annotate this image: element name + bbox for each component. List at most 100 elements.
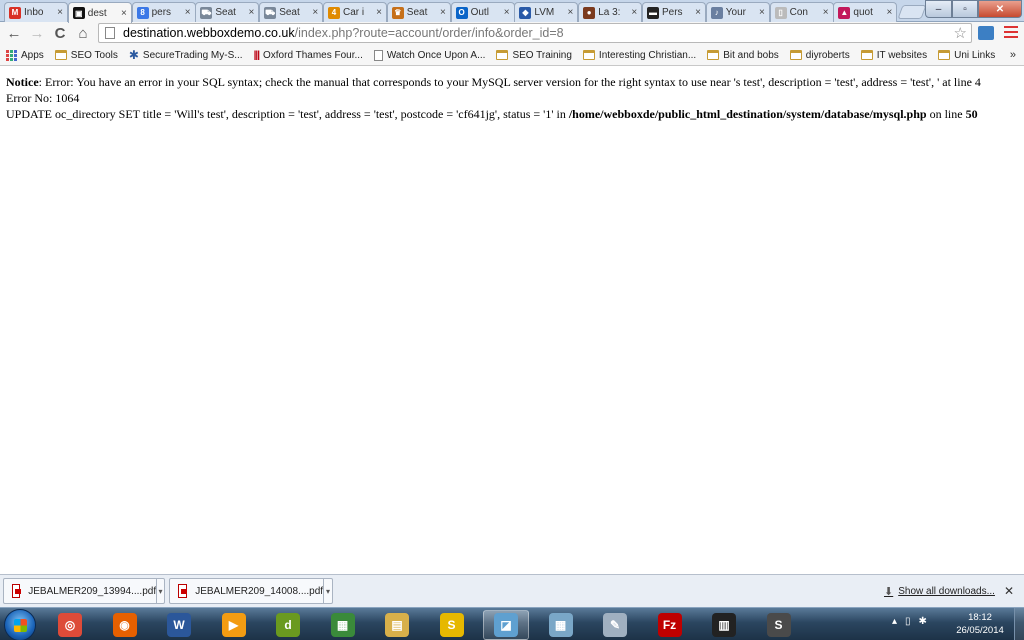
reload-button[interactable]: C [51, 24, 69, 42]
tab[interactable]: ◆ LVM × [514, 2, 579, 22]
download-menu-button[interactable]: ▾ [156, 578, 164, 604]
close-window-button[interactable]: ✕ [978, 0, 1022, 18]
tab-close-icon[interactable]: × [376, 7, 382, 18]
taskbar-app-chrome[interactable]: ◎ [47, 610, 93, 640]
tab-close-icon[interactable]: × [312, 7, 318, 18]
download-item[interactable]: JEBALMER209_14008....pdf ▾ [169, 578, 333, 604]
tab[interactable]: ● La 3: × [578, 2, 643, 22]
minimize-button[interactable]: – [925, 0, 952, 18]
tab-close-icon[interactable]: × [440, 7, 446, 18]
page-icon [373, 49, 383, 61]
new-tab-button[interactable] [897, 5, 927, 19]
tab-close-icon[interactable]: × [759, 7, 765, 18]
system-tray: ▴ ▯ ✱ [892, 616, 927, 627]
taskbar-app-explorer[interactable]: ▤ [374, 610, 420, 640]
folder-icon [496, 50, 509, 60]
tab[interactable]: ⛟ Seat × [195, 2, 260, 22]
query-text: UPDATE oc_directory SET title = 'Will's … [6, 107, 569, 121]
folder-icon [707, 50, 720, 60]
taskbar-app-paint[interactable]: ✎ [592, 610, 638, 640]
extension-icon[interactable] [978, 26, 994, 40]
tray-expand-icon[interactable]: ▴ [892, 616, 897, 627]
address-bar[interactable]: destination.webboxdemo.co.uk /index.php?… [98, 23, 972, 43]
tab[interactable]: ♪ Your × [705, 2, 770, 22]
tab-close-icon[interactable]: × [249, 7, 255, 18]
apps-icon [6, 49, 17, 61]
download-menu-button[interactable]: ▾ [323, 578, 332, 604]
start-button[interactable] [4, 609, 36, 640]
show-desktop-button[interactable] [1014, 608, 1024, 640]
close-shelf-button[interactable]: ✕ [1004, 584, 1014, 598]
sw-app-icon: S [439, 613, 464, 637]
bookmark-item[interactable]: IT websites [860, 50, 927, 61]
taskbar-app-dreamweaver[interactable]: d [265, 610, 311, 640]
home-button[interactable]: ⌂ [74, 24, 92, 42]
tab-label: Car i [343, 7, 365, 18]
tab[interactable]: O Outl × [450, 2, 515, 22]
clock[interactable]: 18:12 26/05/2014 [950, 611, 1010, 637]
paint-icon: ✎ [603, 613, 627, 637]
bookmark-item[interactable]: Uni Links [938, 50, 995, 61]
taskbar-app-filezilla[interactable]: Fz [647, 610, 693, 640]
tab[interactable]: ▲ quot × [833, 2, 898, 22]
window-controls: – ▫ ✕ [925, 0, 1022, 18]
taskbar-app-sw-app[interactable]: S [429, 610, 475, 640]
bookmark-item[interactable]: Apps [6, 49, 44, 61]
taskbar-app-word[interactable]: W [156, 610, 202, 640]
tab-label: Seat [279, 7, 300, 18]
tab-close-icon[interactable]: × [823, 7, 829, 18]
tab-close-icon[interactable]: × [568, 7, 574, 18]
download-item[interactable]: JEBALMER209_13994....pdf ▾ [3, 578, 165, 604]
bookmark-item[interactable]: SEO Training [496, 50, 572, 61]
tab[interactable]: 8 pers × [131, 2, 196, 22]
tab[interactable]: 4 Car i × [323, 2, 387, 22]
maximize-button[interactable]: ▫ [952, 0, 978, 18]
bookmark-item[interactable]: ✱ SecureTrading My-S... [129, 48, 243, 62]
tab[interactable]: ▣ dest × [67, 2, 132, 23]
tab-close-icon[interactable]: × [504, 7, 510, 18]
taskbar-app-notes[interactable]: ◪ [483, 610, 529, 640]
show-all-downloads-link[interactable]: ⬇ Show all downloads... [884, 585, 995, 598]
taskbar-app-keyboard-app[interactable]: ▥ [701, 610, 747, 640]
taskbar-app-firefox[interactable]: ◉ [102, 610, 148, 640]
tab[interactable]: ▯ Con × [769, 2, 834, 22]
notice-label: Notice [6, 75, 39, 89]
bookmark-item[interactable]: ||| Oxford Thames Four... [254, 50, 363, 61]
bookmark-item[interactable]: Watch Once Upon A... [373, 49, 485, 61]
tab[interactable]: ⛟ Seat × [259, 2, 324, 22]
network-icon[interactable]: ✱ [919, 616, 927, 627]
bookmark-item[interactable]: Bit and bobs [707, 50, 779, 61]
google-icon: 8 [136, 6, 149, 19]
device-icon[interactable]: ▯ [905, 616, 911, 627]
bars-icon: ||| [253, 49, 260, 61]
dreamweaver-icon: d [276, 613, 300, 637]
tab-close-icon[interactable]: × [121, 8, 127, 19]
forward-button[interactable]: → [28, 24, 46, 42]
tab-close-icon[interactable]: × [185, 7, 191, 18]
keyboard-app-icon: ▥ [712, 613, 736, 637]
download-shelf: JEBALMER209_13994....pdf ▾ JEBALMER209_1… [0, 574, 1024, 607]
tab-close-icon[interactable]: × [57, 7, 63, 18]
back-button[interactable]: ← [5, 24, 23, 42]
bookmark-label: SEO Tools [70, 49, 118, 61]
bookmarks-overflow-button[interactable]: » [1010, 49, 1016, 61]
tab-close-icon[interactable]: × [695, 7, 701, 18]
folder-icon [860, 50, 873, 60]
taskbar-app-sublime[interactable]: S [756, 610, 802, 640]
bookmark-item[interactable]: SEO Tools [54, 49, 118, 61]
chrome-menu-icon[interactable] [1004, 25, 1018, 39]
taskbar-app-excel-sheet[interactable]: ▦ [320, 610, 366, 640]
tab-close-icon[interactable]: × [631, 7, 637, 18]
taskbar-app-media-player[interactable]: ▶ [211, 610, 257, 640]
sublime-icon: S [766, 613, 791, 637]
tab[interactable]: M Inbo × [4, 2, 68, 22]
folder-icon [938, 50, 951, 60]
bookmark-item[interactable]: diyroberts [789, 50, 850, 61]
taskbar-app-calculator[interactable]: ▦ [538, 610, 584, 640]
bookmark-star-icon[interactable]: ☆ [954, 24, 967, 42]
tab[interactable]: ▬ Pers × [642, 2, 706, 22]
bookmark-item[interactable]: Interesting Christian... [582, 50, 696, 61]
tab[interactable]: ♛ Seat × [386, 2, 451, 22]
folder-icon [789, 50, 802, 60]
tab-close-icon[interactable]: × [887, 7, 893, 18]
